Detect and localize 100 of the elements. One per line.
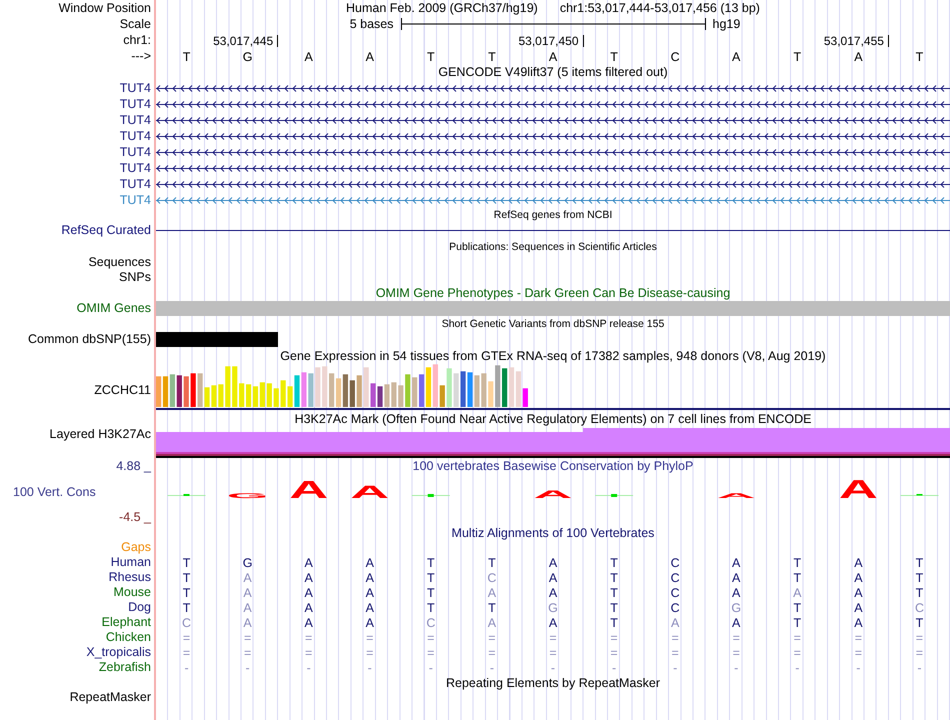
aligned-base: A (854, 600, 863, 614)
aligned-base: A (732, 616, 740, 630)
track-title: RefSeq genes from NCBI (494, 208, 612, 222)
gene-label[interactable]: TUT4 (120, 96, 151, 112)
aligned-base: T (427, 586, 435, 600)
aligned-base: A (243, 586, 252, 600)
aligned-base: T (182, 600, 190, 614)
gene-label[interactable]: TUT4 (120, 128, 151, 144)
conservation-bar (412, 494, 450, 497)
aligned-base: T (427, 570, 435, 584)
aligned-base: = (671, 630, 679, 644)
track-title: Gene Expression in 54 tissues from GTEx RNA-seq of 17382 samples, 948 donors (V8, Aug 2019) (280, 348, 826, 362)
track-label[interactable]: Sequences (88, 255, 151, 270)
gene-line[interactable] (156, 117, 950, 124)
aligned-base: = (549, 646, 557, 660)
aligned-base: - (246, 660, 250, 674)
gene-label[interactable]: TUT4 (120, 192, 151, 208)
base-letter: T (610, 50, 618, 64)
aligned-base: G (731, 600, 742, 614)
aligned-base: = (732, 630, 740, 644)
aligned-base: = (427, 630, 434, 644)
chromosome-label: chr1: (123, 33, 151, 48)
aligned-base: C (670, 556, 680, 570)
track-label[interactable]: ZCCHC11 (94, 382, 151, 398)
axis-tick-label: -4.5 _ (119, 510, 151, 525)
aligned-base: = (244, 630, 252, 644)
aligned-base: = (854, 646, 862, 660)
aligned-base: C (914, 600, 924, 614)
aligned-base: = (671, 646, 679, 660)
strand-label: ---> (131, 49, 151, 64)
aligned-base: T (610, 556, 618, 570)
gene-label[interactable]: TUT4 (120, 112, 151, 128)
aligned-base: T (793, 570, 802, 584)
track-label[interactable]: Layered H3K27Ac (50, 428, 151, 440)
aligned-base: A (854, 616, 863, 630)
base-letter: A (854, 50, 863, 64)
gene-label[interactable]: TUT4 (120, 176, 151, 192)
scale-label: Scale (120, 16, 151, 32)
aligned-base: = (182, 630, 190, 644)
aligned-base: - (673, 660, 678, 674)
aligned-base: = (549, 630, 557, 644)
aligned-base: A (366, 586, 374, 600)
gene-line[interactable] (156, 181, 950, 188)
species-label: Mouse (113, 585, 151, 600)
aligned-base: A (488, 586, 496, 600)
expression-bar (274, 388, 279, 407)
species-label: Rhesus (108, 570, 151, 585)
gene-label[interactable]: TUT4 (120, 144, 151, 160)
gene-line[interactable] (156, 165, 950, 172)
gene-line[interactable] (156, 101, 950, 108)
gene-label[interactable]: TUT4 (120, 160, 151, 176)
aligned-base: = (182, 646, 190, 660)
aligned-base: C (670, 570, 680, 584)
species-label: Human (110, 555, 151, 570)
track-label[interactable]: RepeatMasker (70, 690, 151, 705)
gene-label[interactable]: TUT4 (120, 80, 151, 96)
aligned-base: = (244, 646, 252, 660)
species-label: Elephant (102, 615, 151, 630)
track-label[interactable]: SNPs (119, 270, 151, 285)
coordinate-label: 53,017,445 (213, 34, 274, 48)
aligned-base: - (612, 660, 616, 674)
aligned-base: T (610, 570, 618, 584)
track-title: OMIM Gene Phenotypes - Dark Green Can Be Disease-causing (376, 286, 730, 300)
track-title: H3K27Ac Mark (Often Found Near Active Regulatory Elements) on 7 cell lines from ENCODE (294, 412, 812, 426)
aligned-base: A (304, 616, 313, 630)
gene-line[interactable] (156, 149, 950, 156)
gene-line[interactable] (156, 85, 950, 92)
aligned-base: T (793, 600, 802, 614)
gene-line[interactable] (156, 133, 950, 140)
conservation-letter: A (289, 476, 328, 504)
track-title: GENCODE V49lift37 (5 items filtered out) (438, 65, 668, 79)
aligned-base: A (243, 600, 252, 614)
track-title: Multiz Alignments of 100 Vertebrates (452, 526, 654, 540)
aligned-base: A (243, 570, 252, 584)
expression-bar (184, 376, 189, 407)
coordinate-label: 53,017,450 (518, 34, 579, 48)
aligned-base: A (366, 616, 374, 630)
track-label[interactable]: RefSeq Curated (61, 222, 151, 238)
position-label: Window Position (58, 0, 151, 16)
aligned-base: A (732, 570, 740, 584)
track-label[interactable]: OMIM Genes (76, 301, 151, 316)
expression-bar (405, 374, 410, 407)
conservation-bar (595, 494, 634, 497)
aligned-base: A (304, 586, 313, 600)
aligned-base: T (793, 556, 802, 570)
aligned-base: = (305, 646, 312, 660)
aligned-base: = (427, 646, 434, 660)
track-label[interactable]: Common dbSNP(155) (28, 332, 151, 347)
aligned-base: T (427, 600, 435, 614)
aligned-base: C (670, 600, 680, 614)
expression-bar (398, 385, 404, 407)
aligned-base: = (488, 646, 496, 660)
scale-text: 5 bases (350, 17, 394, 31)
aligned-base: = (366, 646, 374, 660)
aligned-base: A (548, 556, 558, 570)
coordinate-label: 53,017,455 (824, 34, 884, 48)
track-label[interactable]: 100 Vert. Cons (13, 484, 96, 500)
aligned-base: = (305, 630, 312, 644)
base-letter: T (488, 50, 496, 64)
aligned-base: - (368, 660, 372, 674)
